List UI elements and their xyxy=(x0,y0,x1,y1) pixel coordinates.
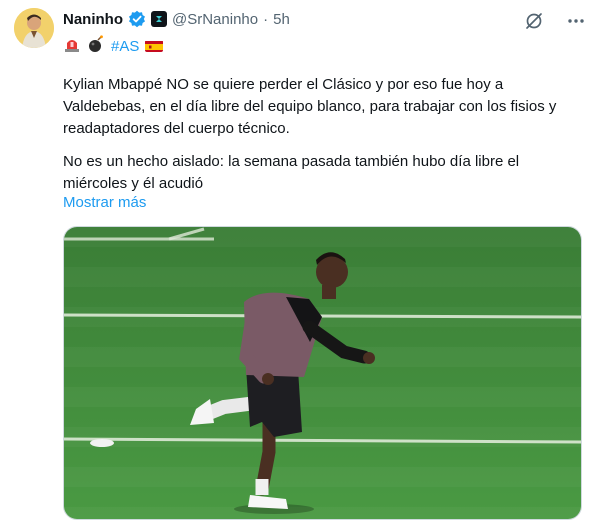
display-name[interactable]: Naninho xyxy=(63,11,123,28)
show-more-link[interactable]: Mostrar más xyxy=(63,194,146,211)
tweet-header: Naninho @SrNaninho · 5h xyxy=(63,10,290,28)
timestamp[interactable]: 5h xyxy=(273,11,290,28)
user-handle[interactable]: @SrNaninho xyxy=(172,11,258,28)
more-options-icon[interactable] xyxy=(565,10,587,32)
verified-badge-icon xyxy=(128,10,146,28)
bomb-emoji xyxy=(87,35,105,57)
tweet-actions-top xyxy=(523,10,587,32)
affiliate-badge-icon[interactable] xyxy=(151,11,167,27)
tweet-text-paragraph-1: Kylian Mbappé NO se quiere perder el Clá… xyxy=(63,76,557,137)
tweet-tags-line: #AS xyxy=(63,35,164,57)
tweet-text-paragraph-2: No es un hecho aislado: la semana pasada… xyxy=(63,153,520,192)
spain-flag-emoji xyxy=(145,40,164,52)
siren-emoji xyxy=(63,35,81,57)
training-photo xyxy=(64,227,581,519)
grok-icon[interactable] xyxy=(523,10,545,32)
tweet-card[interactable]: Naninho @SrNaninho · 5h #AS Kylian Mbapp… xyxy=(0,0,601,526)
hashtag-link[interactable]: #AS xyxy=(111,38,139,55)
separator-dot: · xyxy=(263,10,269,28)
avatar[interactable] xyxy=(14,8,54,48)
tweet-media-image[interactable] xyxy=(63,226,582,520)
